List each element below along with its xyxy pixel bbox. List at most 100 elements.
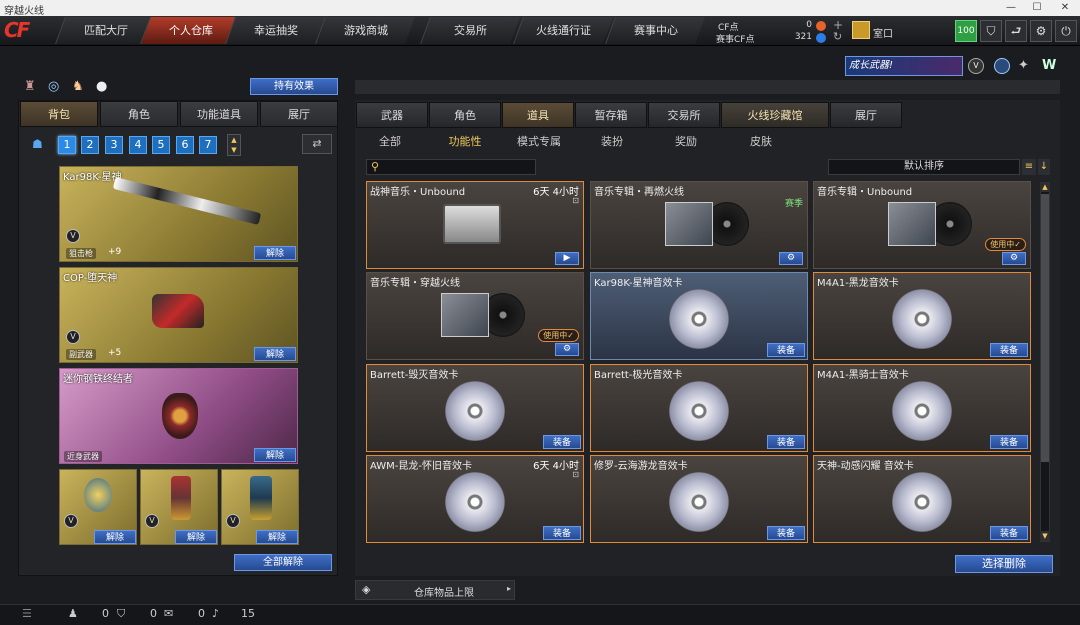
- item-card[interactable]: Kar98K-星神音效卡 装备: [590, 272, 808, 360]
- nav-tab-inventory[interactable]: 个人仓库: [140, 17, 240, 44]
- unequip-button[interactable]: 解除: [175, 530, 217, 544]
- page-2[interactable]: 2: [81, 136, 99, 154]
- subtab-all[interactable]: 全部: [370, 132, 410, 152]
- friends-icon[interactable]: ♟: [68, 607, 78, 620]
- v-badge-icon[interactable]: V: [968, 58, 984, 74]
- grenade-slot[interactable]: V 解除: [59, 469, 137, 545]
- item-card[interactable]: M4A1-黑骑士音效卡 装备: [813, 364, 1031, 452]
- equip-button[interactable]: 装备: [990, 343, 1028, 357]
- equip-button[interactable]: 装备: [543, 526, 581, 540]
- power-icon[interactable]: ⏻: [1055, 20, 1077, 42]
- tab-collection[interactable]: 火线珍藏馆: [721, 102, 829, 128]
- smoke-slot[interactable]: V 解除: [221, 469, 299, 545]
- trophy-icon[interactable]: ♜: [24, 79, 36, 94]
- item-card[interactable]: Barrett-毁灭音效卡 装备: [366, 364, 584, 452]
- unequip-button[interactable]: 解除: [94, 530, 136, 544]
- close-button[interactable]: ✕: [1052, 0, 1078, 16]
- item-card[interactable]: 音乐专辑・再燃火线 赛季 ⚙: [590, 181, 808, 269]
- tab-character[interactable]: 角色: [100, 101, 178, 127]
- volume-icon[interactable]: ♪: [212, 607, 219, 620]
- maximize-button[interactable]: ☐: [1024, 0, 1050, 16]
- settings-button[interactable]: ⚙: [779, 252, 803, 265]
- exit-icon[interactable]: ⮐: [1005, 20, 1027, 42]
- page-7[interactable]: 7: [199, 136, 217, 154]
- subtab-skin[interactable]: 皮肤: [741, 132, 781, 152]
- page-4[interactable]: 4: [129, 136, 147, 154]
- unequip-button[interactable]: 解除: [256, 530, 298, 544]
- storage-limit-bar[interactable]: ◈ 仓库物品上限 ▸: [355, 580, 515, 600]
- swap-icon[interactable]: ⇄: [302, 134, 332, 154]
- remove-all-button[interactable]: 全部解除: [234, 554, 332, 571]
- list-view-icon[interactable]: ≡: [1022, 159, 1036, 175]
- sort-dropdown[interactable]: 默认排序: [828, 159, 1020, 175]
- item-card[interactable]: 音乐专辑・穿越火线 使用中✓ ⚙: [366, 272, 584, 360]
- medal-icon[interactable]: ✦: [1018, 58, 1034, 74]
- play-button[interactable]: ▶: [555, 252, 579, 265]
- unequip-button[interactable]: 解除: [254, 448, 296, 462]
- select-delete-button[interactable]: 选择删除: [955, 555, 1053, 573]
- menu-icon[interactable]: ☰: [22, 607, 32, 620]
- subtab-mode-exclusive[interactable]: 模式专属: [510, 132, 568, 152]
- subtab-functional[interactable]: 功能性: [440, 132, 490, 152]
- page-3[interactable]: 3: [105, 136, 123, 154]
- nav-tab-events[interactable]: 赛事中心: [605, 17, 705, 44]
- tab-showroom[interactable]: 展厅: [260, 101, 338, 127]
- globe-icon[interactable]: [994, 58, 1010, 74]
- item-card[interactable]: Barrett-极光音效卡 装备: [590, 364, 808, 452]
- nav-tab-exchange[interactable]: 交易所: [420, 17, 520, 44]
- growth-weapon-banner[interactable]: 成长武器!: [845, 56, 963, 76]
- scroll-down-icon[interactable]: ▼: [1040, 531, 1050, 541]
- equip-button[interactable]: 装备: [767, 435, 805, 449]
- equip-button[interactable]: 装备: [767, 526, 805, 540]
- tab-exchange[interactable]: 交易所: [648, 102, 720, 128]
- w-logo-icon[interactable]: W: [1042, 58, 1058, 74]
- tab-roles[interactable]: 角色: [429, 102, 501, 128]
- nav-tab-shop[interactable]: 游戏商城: [315, 17, 415, 44]
- tab-items[interactable]: 道具: [502, 102, 574, 128]
- item-card[interactable]: M4A1-黑龙音效卡 装备: [813, 272, 1031, 360]
- nav-tab-match-hall[interactable]: 匹配大厅: [55, 17, 155, 44]
- grenade-icon[interactable]: ●: [96, 79, 107, 94]
- equip-button[interactable]: 装备: [543, 435, 581, 449]
- weapon-card-cop[interactable]: COP-堕天神 V 副武器 +5 解除: [59, 267, 298, 363]
- unequip-button[interactable]: 解除: [254, 347, 296, 361]
- item-card[interactable]: 音乐专辑・Unbound 使用中✓ ⚙: [813, 181, 1031, 269]
- settings-button[interactable]: ⚙: [555, 343, 579, 356]
- unequip-button[interactable]: 解除: [254, 246, 296, 260]
- flashbang-slot[interactable]: V 解除: [140, 469, 218, 545]
- avatar[interactable]: [852, 21, 870, 39]
- tab-weapons[interactable]: 武器: [356, 102, 428, 128]
- nav-tab-battle-pass[interactable]: 火线通行证: [513, 17, 613, 44]
- equip-button[interactable]: 装备: [990, 435, 1028, 449]
- subtab-reward[interactable]: 奖励: [666, 132, 706, 152]
- tab-function-items[interactable]: 功能道具: [180, 101, 258, 127]
- item-card[interactable]: AWM-昆龙-怀旧音效卡 6天 4小时 ⊡ 装备: [366, 455, 584, 543]
- tab-showroom-right[interactable]: 展厅: [830, 102, 902, 128]
- page-5[interactable]: 5: [152, 136, 170, 154]
- nav-tab-lottery[interactable]: 幸运抽奖: [225, 17, 325, 44]
- gear-icon[interactable]: ⚙: [1030, 20, 1052, 42]
- item-card[interactable]: 天神-动感闪耀 音效卡 装备: [813, 455, 1031, 543]
- shield-icon[interactable]: ⛉: [980, 20, 1002, 42]
- page-1[interactable]: 1: [58, 136, 76, 154]
- minimize-button[interactable]: —: [998, 0, 1024, 16]
- weapon-card-kar98k[interactable]: Kar98K-星神 V 狙击枪 +9 解除: [59, 166, 298, 262]
- equip-button[interactable]: 装备: [767, 343, 805, 357]
- clan-icon[interactable]: ⛉: [117, 607, 125, 621]
- tab-backpack[interactable]: 背包: [20, 101, 98, 127]
- page-6[interactable]: 6: [176, 136, 194, 154]
- chat-icon[interactable]: ✉: [164, 607, 173, 620]
- page-stepper[interactable]: ▲ ▼: [227, 134, 241, 156]
- item-card[interactable]: 修罗-云海游龙音效卡 装备: [590, 455, 808, 543]
- scroll-up-icon[interactable]: ▲: [1040, 182, 1050, 192]
- item-card[interactable]: 战神音乐・Unbound 6天 4小时 ⊡ ▶: [366, 181, 584, 269]
- figure-icon[interactable]: ♞: [72, 79, 84, 94]
- tab-storage[interactable]: 暂存箱: [575, 102, 647, 128]
- sort-direction-icon[interactable]: ↓: [1038, 159, 1050, 175]
- target-icon[interactable]: ◎: [48, 79, 59, 94]
- settings-button[interactable]: ⚙: [1002, 252, 1026, 265]
- search-input[interactable]: ⚲: [366, 159, 536, 175]
- refresh-icon[interactable]: ↻: [833, 30, 842, 43]
- scrollbar-thumb[interactable]: [1041, 194, 1049, 462]
- subtab-outfit[interactable]: 装扮: [592, 132, 632, 152]
